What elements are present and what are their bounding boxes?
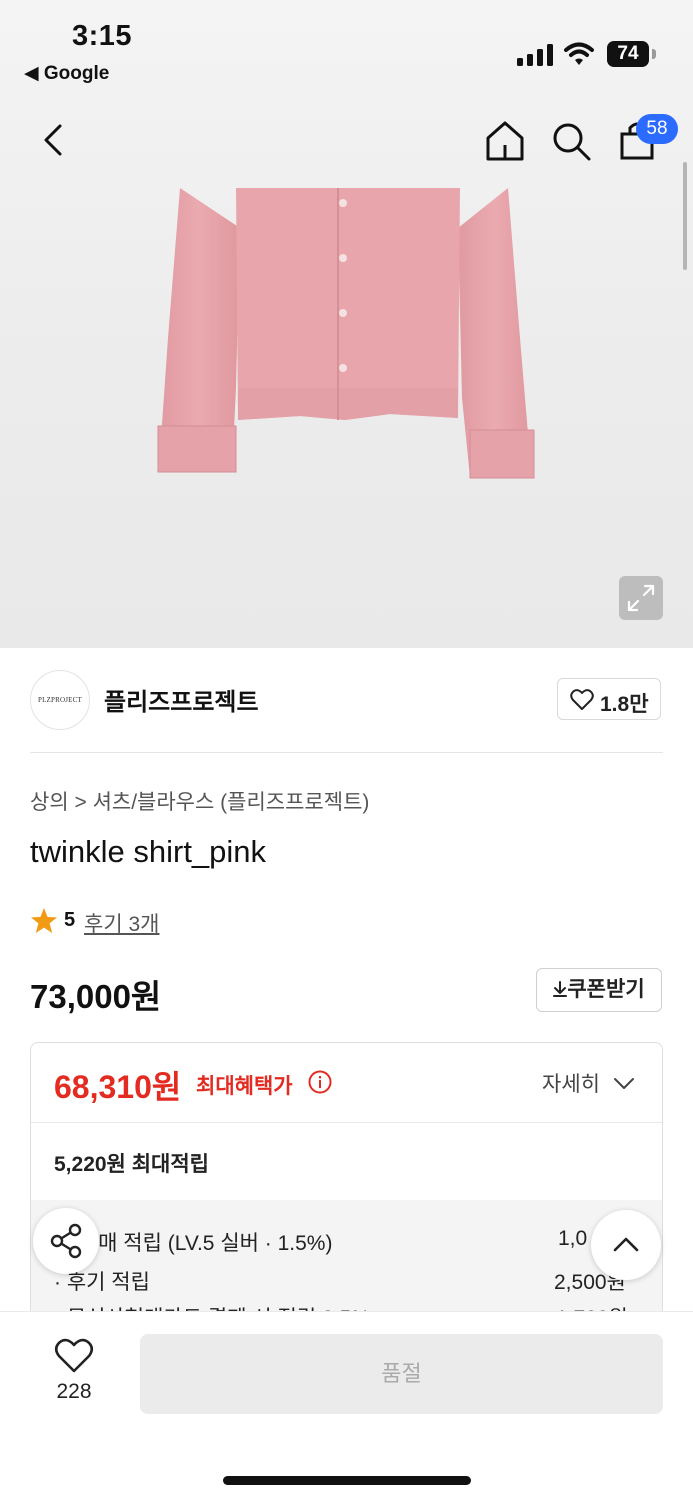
star-icon <box>31 908 57 933</box>
home-indicator[interactable] <box>223 1476 471 1485</box>
back-to-app-link[interactable]: ◀ Google <box>24 62 109 85</box>
brand-name[interactable]: 플리즈프로젝트 <box>104 682 259 717</box>
max-benefit-price: 68,310원 <box>54 1069 182 1105</box>
download-icon <box>553 981 568 997</box>
cart-count-badge: 58 <box>636 114 678 144</box>
wish-count: 228 <box>56 1380 92 1403</box>
chevron-down-icon[interactable] <box>612 1074 636 1092</box>
brand-like-count: 1.8만 <box>600 693 649 716</box>
expand-image-button[interactable] <box>619 576 663 620</box>
coupon-download-button[interactable]: 쿠폰받기 <box>536 968 662 1012</box>
cellular-signal-icon <box>517 44 553 66</box>
status-time: 3:15 <box>72 20 133 52</box>
heart-outline-icon <box>570 689 594 710</box>
points-row-label: · 구매 적립 (LV.5 실버 · 1.5%) <box>66 1232 333 1255</box>
brand-like-button[interactable]: 1.8만 <box>557 678 661 720</box>
soldout-button[interactable]: 품절 <box>140 1334 663 1414</box>
product-title: twinkle shirt_pink <box>30 834 267 869</box>
search-icon[interactable] <box>548 118 594 164</box>
battery-level: 74 <box>617 43 639 64</box>
back-icon[interactable] <box>34 118 74 162</box>
share-button[interactable] <box>33 1208 99 1274</box>
info-icon[interactable] <box>308 1070 332 1094</box>
divider <box>30 752 663 753</box>
battery-icon: 74 <box>607 41 657 67</box>
benefit-detail-toggle[interactable]: 자세히 <box>542 1068 600 1098</box>
home-icon[interactable] <box>482 118 528 164</box>
wifi-icon <box>564 42 594 65</box>
back-app-label: Google <box>43 63 110 84</box>
share-icon <box>50 1223 82 1259</box>
product-image[interactable] <box>140 188 550 488</box>
heart-outline-icon[interactable] <box>54 1338 94 1374</box>
coupon-label: 쿠폰받기 <box>567 978 645 1001</box>
brand-logo[interactable]: PLZPROJECT <box>30 670 90 730</box>
breadcrumb[interactable]: 상의 > 셔츠/블라우스 (플리즈프로젝트) <box>30 786 369 816</box>
points-row-value: 1,0 <box>558 1227 588 1250</box>
max-points-text: 5,220원 최대적립 <box>54 1153 209 1176</box>
rating-score: 5 <box>64 909 76 931</box>
max-benefit-label: 최대혜택가 <box>196 1075 293 1098</box>
scrollbar[interactable] <box>683 162 687 270</box>
review-count-link[interactable]: 후기 3개 <box>84 908 159 938</box>
scroll-to-top-button[interactable] <box>591 1210 661 1280</box>
chevron-up-icon <box>613 1237 639 1252</box>
divider <box>31 1122 662 1123</box>
expand-icon <box>627 584 655 612</box>
original-price: 73,000원 <box>30 978 162 1015</box>
